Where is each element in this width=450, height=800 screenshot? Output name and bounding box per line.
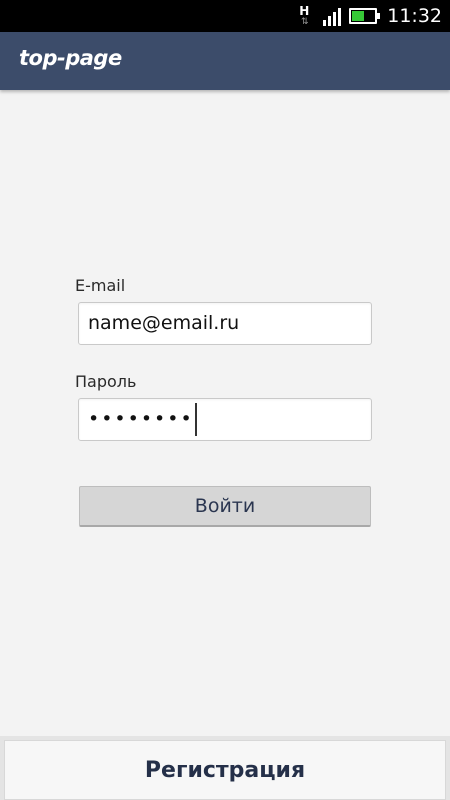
password-label: Пароль (75, 372, 137, 391)
data-activity-icon: ⇅ (300, 17, 308, 27)
login-button[interactable]: Войти (79, 486, 371, 527)
status-bar: H ⇅ 11:32 (0, 0, 450, 32)
signal-bar (328, 16, 332, 26)
battery-icon (349, 8, 381, 24)
network-type-label: H (299, 4, 310, 18)
app-logo: top-page (19, 46, 122, 70)
password-field[interactable]: •••••••• (78, 398, 372, 441)
text-cursor (194, 403, 197, 436)
signal-bar (338, 8, 342, 26)
register-button[interactable]: Регистрация (4, 740, 446, 800)
signal-strength-icon (323, 6, 342, 26)
signal-bar (333, 12, 337, 26)
status-icons: H ⇅ 11:32 (293, 0, 442, 32)
signal-bar (323, 20, 327, 26)
password-masked-value: •••••••• (88, 408, 194, 430)
bottom-bar: Регистрация (0, 736, 450, 800)
network-type-icon: H ⇅ (293, 2, 315, 30)
app-header: top-page (0, 32, 450, 90)
email-field[interactable]: name@email.ru (78, 302, 372, 345)
battery-level-fill (352, 11, 365, 21)
login-screen: H ⇅ 11:32 top-page E-mail name@email.ru … (0, 0, 450, 800)
email-label: E-mail (75, 276, 126, 295)
status-time: 11:32 (387, 5, 442, 27)
